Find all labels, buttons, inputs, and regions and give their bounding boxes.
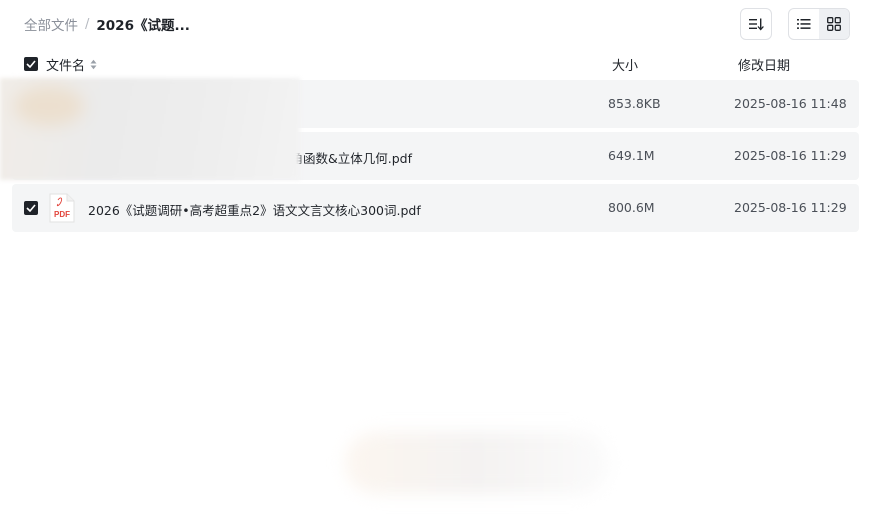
sort-lines-icon — [749, 18, 764, 31]
redaction-blur-spot — [14, 86, 84, 126]
file-date: 2025-08-16 11:29 — [734, 200, 847, 215]
sort-arrows-icon — [90, 59, 97, 70]
file-list-header: 文件名 大小 修改日期 — [0, 54, 874, 74]
column-header-name[interactable]: 文件名 — [46, 55, 97, 74]
breadcrumb-separator: / — [85, 16, 90, 32]
redaction-blur — [0, 78, 300, 180]
column-header-size[interactable]: 大小 — [612, 55, 638, 74]
column-header-name-label: 文件名 — [46, 59, 86, 74]
breadcrumb-current: 2026《试题... — [96, 18, 190, 34]
file-date: 2025-08-16 11:48 — [734, 96, 847, 111]
file-size: 649.1M — [608, 148, 655, 163]
row-checkbox[interactable] — [24, 201, 38, 215]
redaction-blur-bottom — [345, 432, 610, 494]
grid-view-icon — [827, 17, 841, 31]
list-view-icon — [797, 19, 811, 29]
select-all-checkbox[interactable] — [24, 57, 38, 71]
breadcrumb: 全部文件 / 2026《试题... — [24, 14, 190, 35]
file-size: 853.8KB — [608, 96, 661, 111]
pdf-icon-label: PDF — [54, 210, 70, 219]
grid-view-button[interactable] — [819, 9, 849, 39]
breadcrumb-root-link[interactable]: 全部文件 — [24, 14, 78, 34]
file-date: 2025-08-16 11:29 — [734, 148, 847, 163]
list-view-button[interactable] — [789, 9, 819, 39]
column-header-date[interactable]: 修改日期 — [738, 55, 790, 74]
file-row[interactable]: PDF 2026《试题调研•高考超重点2》语文文言文核心300词.pdf 800… — [12, 184, 859, 232]
check-icon — [26, 60, 36, 68]
check-icon — [26, 204, 36, 212]
file-name[interactable]: 2026《试题调研•高考超重点2》语文文言文核心300词.pdf — [88, 200, 421, 219]
file-size: 800.6M — [608, 200, 655, 215]
pdf-file-icon: PDF — [49, 193, 75, 223]
view-toggle — [788, 8, 850, 40]
sort-button[interactable] — [740, 8, 772, 40]
